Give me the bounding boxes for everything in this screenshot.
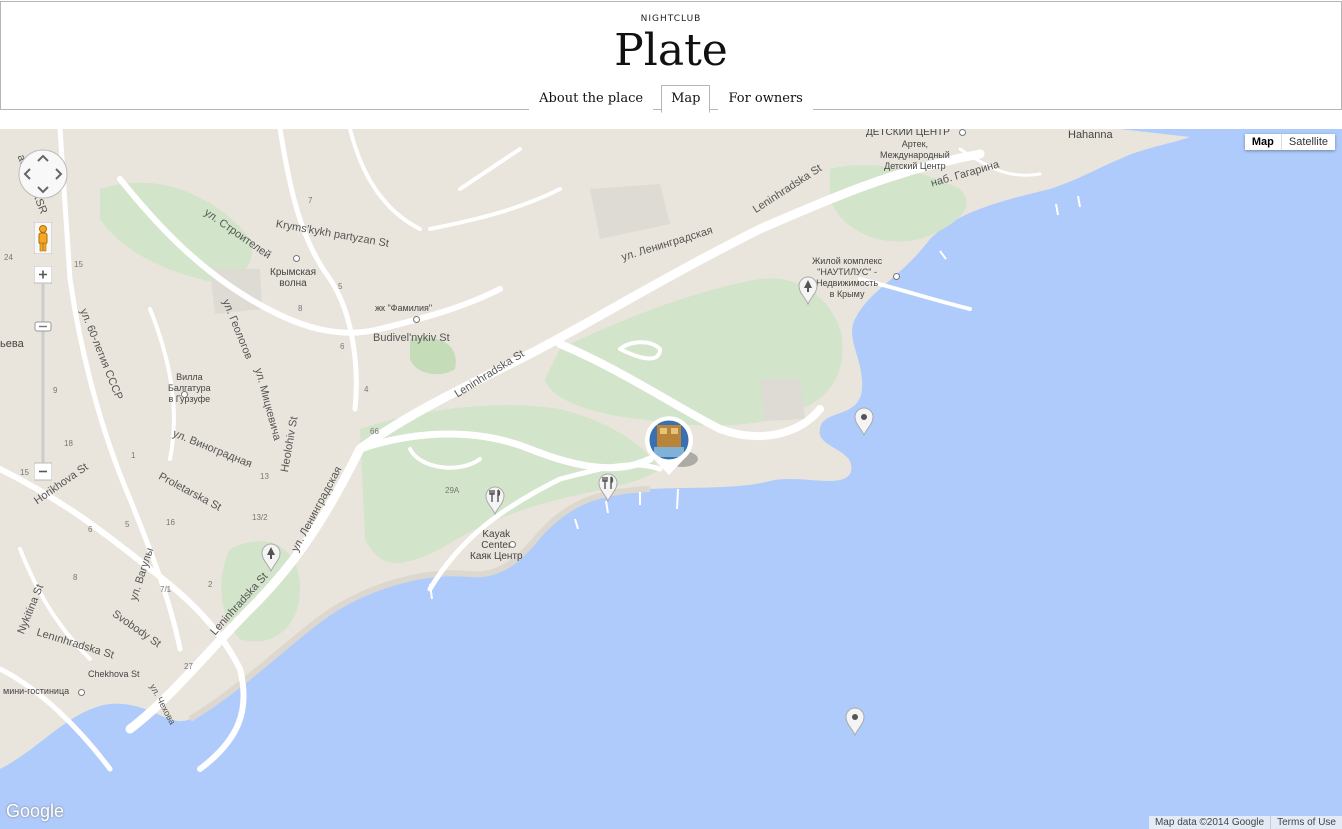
poi-marker[interactable] xyxy=(181,391,188,398)
pier xyxy=(676,488,679,510)
street-label: Budivel'nykiv St xyxy=(373,332,450,344)
house-number: 5 xyxy=(338,282,343,291)
house-number: 8 xyxy=(298,304,303,313)
house-number: 13 xyxy=(260,472,269,481)
house-number: 9 xyxy=(53,386,58,395)
house-number: 1 xyxy=(131,451,136,460)
map-label: Chekhova St xyxy=(88,669,140,679)
house-number: 15 xyxy=(74,260,83,269)
house-number: 8 xyxy=(73,573,78,582)
house-number: 66 xyxy=(370,427,379,436)
map-label: ьева xyxy=(0,338,24,350)
house-number: 6 xyxy=(340,342,345,351)
park-pin-icon[interactable] xyxy=(797,275,819,305)
building-area xyxy=(590,184,670,239)
park-pin-icon[interactable] xyxy=(260,542,282,572)
house-number: 18 xyxy=(64,439,73,448)
restaurant-pin-icon[interactable] xyxy=(597,472,619,502)
house-number: 16 xyxy=(166,518,175,527)
location-pin-icon[interactable] xyxy=(844,706,866,736)
road xyxy=(428,187,562,231)
location-pin-icon[interactable] xyxy=(853,406,875,436)
map-label: Крымская волна xyxy=(270,267,317,289)
tab-about[interactable]: About the place xyxy=(529,85,654,113)
road xyxy=(348,129,422,231)
poi-marker[interactable] xyxy=(293,255,300,262)
zoom-control xyxy=(34,266,52,481)
map-label: Жилой комплекс "НАУТИЛУС" - Недвижимость… xyxy=(812,256,883,299)
street-view-pegman-icon[interactable] xyxy=(34,222,52,254)
tab-for-owners[interactable]: For owners xyxy=(718,85,813,113)
map-label: ДЕТСКИЙ ЦЕНТР xyxy=(866,129,950,138)
house-number: 7/1 xyxy=(160,585,172,594)
house-number: 6 xyxy=(88,525,93,534)
map-attribution: Map data ©2014 Google Terms of Use xyxy=(1148,816,1342,829)
building-area xyxy=(760,379,805,421)
map-label: Вилла Балгатура в Гурзуфе xyxy=(168,372,211,404)
poi-marker[interactable] xyxy=(413,316,420,323)
restaurant-pin-icon[interactable] xyxy=(484,485,506,515)
pan-control-icon[interactable] xyxy=(18,149,68,199)
tab-map[interactable]: Map xyxy=(661,85,711,113)
map-type-satellite-button[interactable]: Satellite xyxy=(1280,134,1335,150)
house-number: 27 xyxy=(184,662,193,671)
venue-category: NIGHTCLUB xyxy=(640,14,702,24)
house-number: 15 xyxy=(20,468,29,477)
site-header: NIGHTCLUB Plate About the place Map For … xyxy=(0,1,1342,113)
google-logo[interactable]: Google xyxy=(6,801,64,822)
poi-marker[interactable] xyxy=(893,273,900,280)
house-number: 24 xyxy=(4,253,13,262)
house-number: 5 xyxy=(125,520,130,529)
map-type-control: Map Satellite xyxy=(1244,134,1335,150)
map-canvas[interactable] xyxy=(0,129,1342,829)
terms-of-use-link[interactable]: Terms of Use xyxy=(1270,816,1342,829)
poi-marker[interactable] xyxy=(959,129,966,136)
venue-photo-marker[interactable] xyxy=(642,415,698,479)
poi-marker[interactable] xyxy=(78,689,85,696)
house-number: 29A xyxy=(445,486,460,495)
road xyxy=(458,147,522,191)
map-data-credit: Map data ©2014 Google xyxy=(1154,817,1265,828)
house-number: 13/2 xyxy=(252,513,268,522)
map-label: Артек, Международный Детский Центр xyxy=(880,139,950,171)
map-type-map-button[interactable]: Map xyxy=(1245,134,1281,150)
poi-marker[interactable] xyxy=(509,541,516,548)
map-label: жк "Фамилия" xyxy=(375,303,433,313)
house-number: 4 xyxy=(364,385,369,394)
house-number: 2 xyxy=(208,580,213,589)
venue-title: Plate xyxy=(614,25,728,76)
house-number: 7 xyxy=(308,196,313,205)
map-view[interactable]: ДЕТСКИЙ ЦЕНТР Hahanna Артек, Международн… xyxy=(0,129,1342,829)
map-label: Hahanna xyxy=(1068,129,1113,141)
map-label: мини-гостиница xyxy=(3,686,70,696)
tab-bar: About the place Map For owners xyxy=(1,85,1341,113)
